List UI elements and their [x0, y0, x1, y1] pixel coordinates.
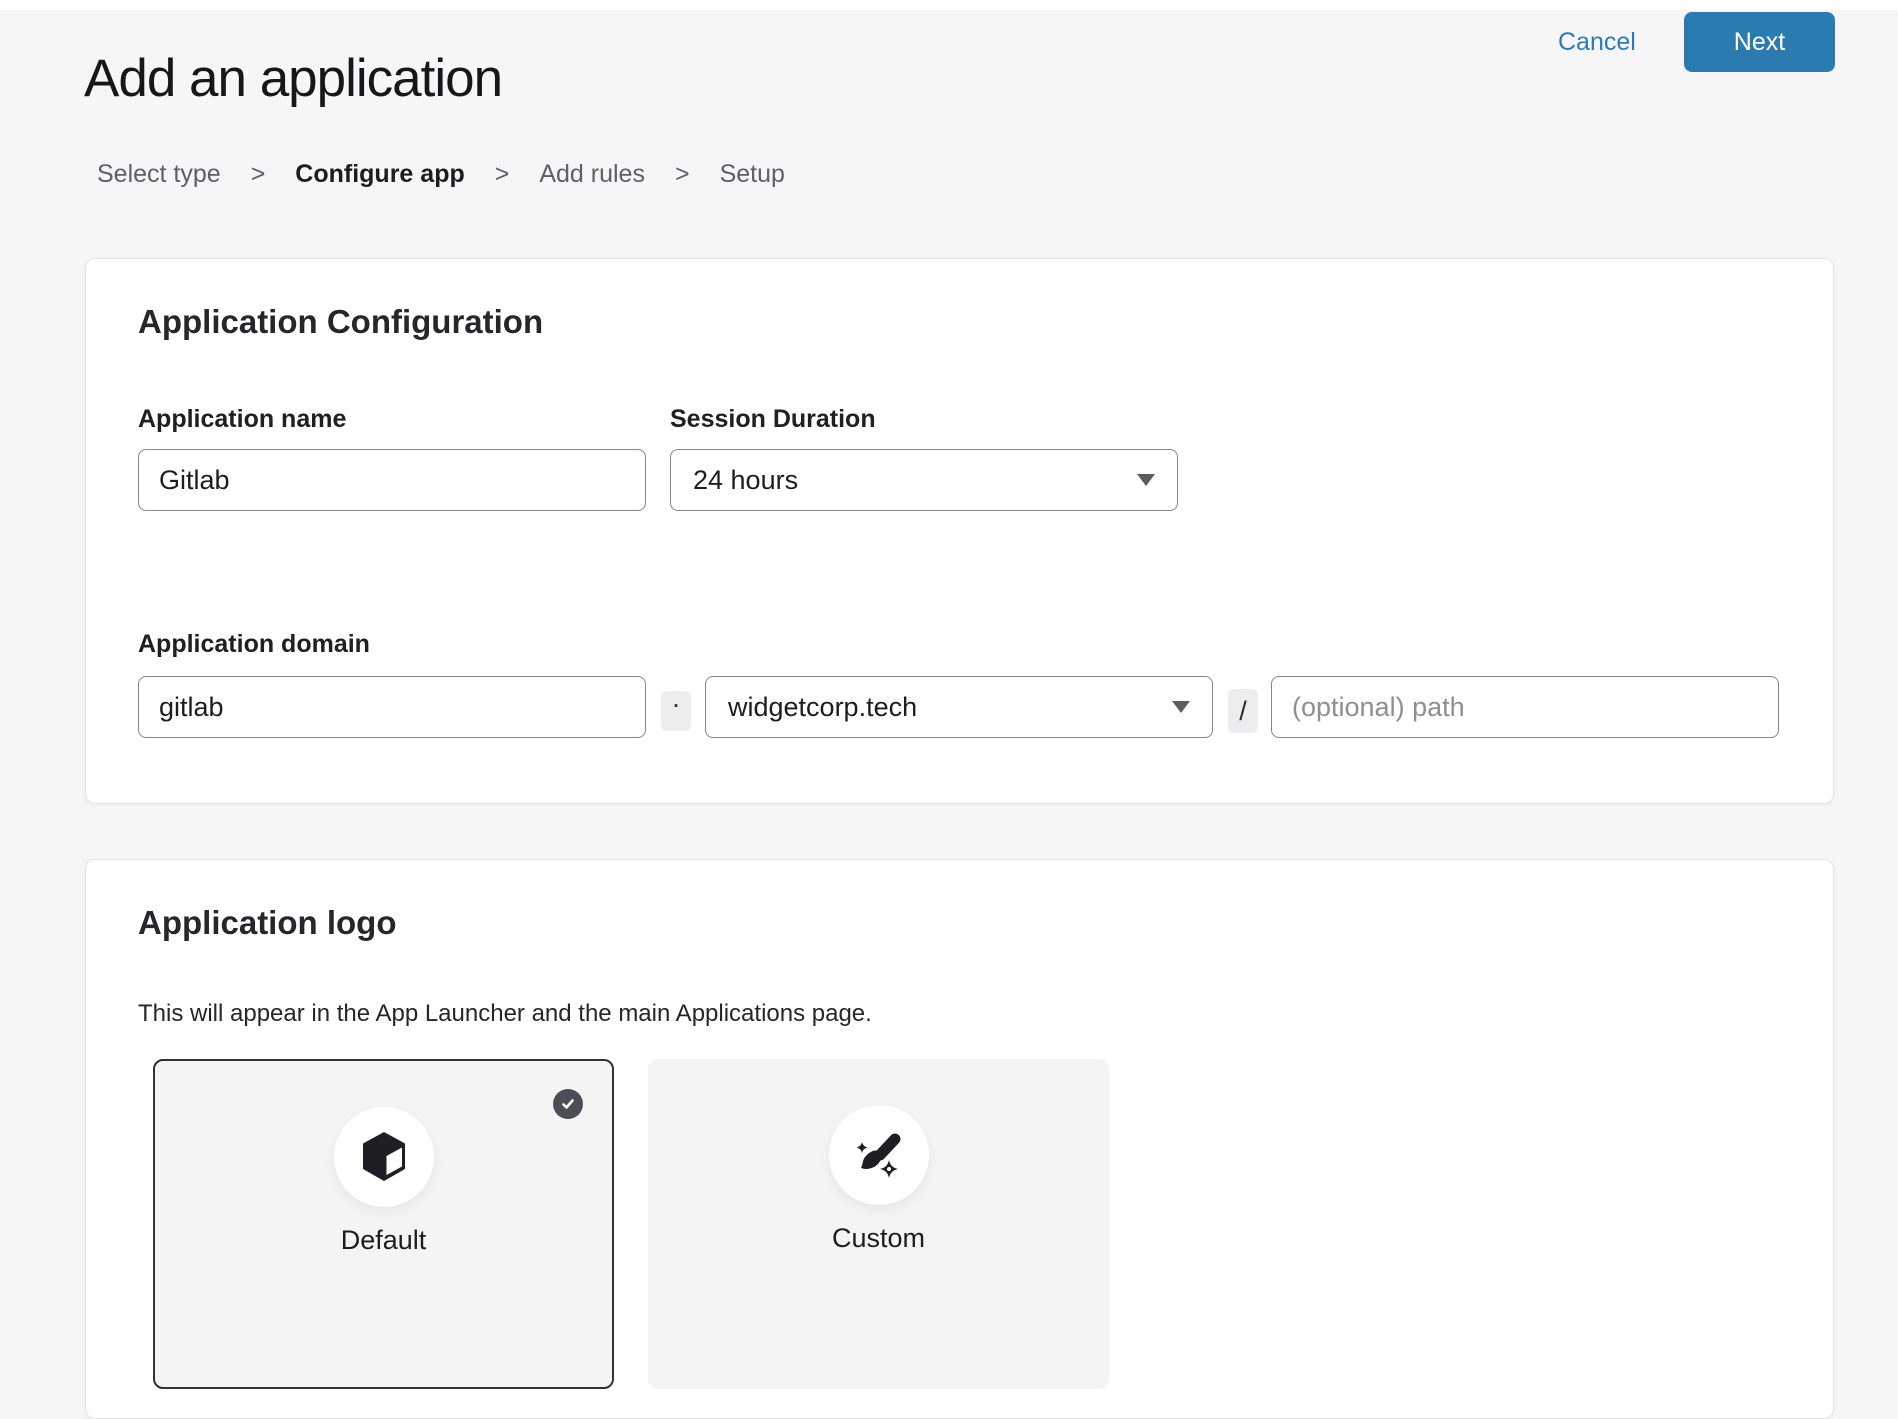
next-button[interactable]: Next — [1684, 12, 1835, 72]
selected-check-badge — [553, 1089, 583, 1119]
breadcrumb-separator: > — [251, 160, 266, 189]
chevron-down-icon — [1137, 474, 1155, 486]
session-duration-select[interactable]: 24 hours — [670, 449, 1178, 511]
check-icon — [560, 1096, 576, 1112]
custom-logo-circle — [829, 1105, 929, 1205]
application-name-label: Application name — [138, 405, 346, 434]
application-name-input[interactable] — [138, 449, 646, 511]
breadcrumb-step-select-type[interactable]: Select type — [97, 160, 221, 189]
subdomain-input[interactable] — [138, 676, 646, 738]
page-title: Add an application — [84, 48, 502, 109]
breadcrumb-step-configure-app[interactable]: Configure app — [295, 160, 464, 189]
logo-option-default-label: Default — [155, 1225, 612, 1256]
application-configuration-heading: Application Configuration — [138, 303, 543, 341]
chevron-down-icon — [1172, 701, 1190, 713]
domain-dot-separator: . — [661, 691, 691, 731]
breadcrumb: Select type > Configure app > Add rules … — [97, 160, 785, 189]
logo-option-custom[interactable]: Custom — [648, 1059, 1109, 1389]
application-logo-card: Application logo This will appear in the… — [85, 859, 1834, 1419]
domain-slash-separator: / — [1228, 689, 1258, 733]
domain-value: widgetcorp.tech — [728, 692, 917, 723]
session-duration-value: 24 hours — [693, 465, 798, 496]
default-logo-circle — [334, 1107, 434, 1207]
logo-option-custom-label: Custom — [648, 1223, 1109, 1254]
breadcrumb-step-setup[interactable]: Setup — [720, 160, 785, 189]
application-domain-label: Application domain — [138, 630, 370, 659]
application-logo-heading: Application logo — [138, 904, 396, 942]
breadcrumb-separator: > — [495, 160, 510, 189]
application-logo-description: This will appear in the App Launcher and… — [138, 1000, 872, 1028]
breadcrumb-step-add-rules[interactable]: Add rules — [539, 160, 645, 189]
logo-option-default[interactable]: Default — [153, 1059, 614, 1389]
paintbrush-icon — [853, 1129, 905, 1181]
session-duration-label: Session Duration — [670, 405, 876, 434]
breadcrumb-separator: > — [675, 160, 690, 189]
cancel-button[interactable]: Cancel — [1548, 12, 1646, 72]
cube-icon — [357, 1129, 411, 1185]
application-configuration-card: Application Configuration Application na… — [85, 258, 1834, 804]
path-input[interactable] — [1271, 676, 1779, 738]
top-strip — [0, 0, 1898, 10]
domain-select[interactable]: widgetcorp.tech — [705, 676, 1213, 738]
